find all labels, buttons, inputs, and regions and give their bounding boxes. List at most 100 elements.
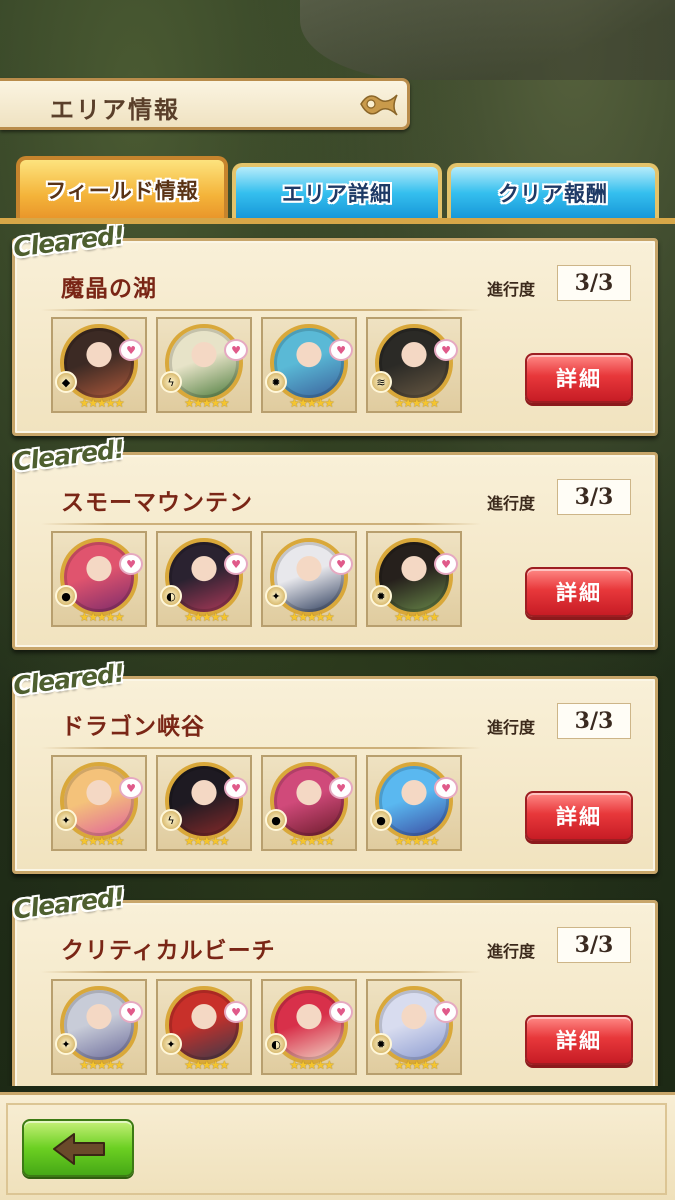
wind-icon: ≋ — [370, 371, 392, 393]
detail-button[interactable]: 詳細 — [525, 791, 633, 841]
heart-icon: ♥ — [224, 553, 248, 575]
hero-avatar[interactable]: ♥ ◐ ★★★★★ — [156, 531, 252, 627]
hero-avatar[interactable]: ♥ ◐ ★★★★★ — [261, 979, 357, 1075]
hero-avatar[interactable]: ♥ ϟ ★★★★★ — [156, 317, 252, 413]
fire-icon: ✹ — [265, 371, 287, 393]
lightning-icon: ϟ — [160, 371, 182, 393]
heart-icon: ♥ — [224, 1001, 248, 1023]
cleared-stamp: Cleared! — [11, 658, 126, 701]
water-icon: ● — [265, 809, 287, 831]
hero-avatar[interactable]: ♥ ✦ ★★★★★ — [51, 755, 147, 851]
divider — [41, 971, 481, 973]
hero-avatar[interactable]: ♥ ● ★★★★★ — [51, 531, 147, 627]
field-name: 魔晶の湖 — [61, 276, 157, 302]
rarity-stars: ★★★★★ — [79, 1058, 125, 1072]
rarity-stars: ★★★★★ — [289, 1058, 335, 1072]
hero-avatar[interactable]: ♥ ✦ ★★★★★ — [156, 979, 252, 1075]
progress-label: 進行度 — [487, 942, 536, 961]
heart-icon: ♥ — [434, 553, 458, 575]
rarity-stars: ★★★★★ — [289, 396, 335, 410]
hero-avatar[interactable]: ♥ ϟ ★★★★★ — [156, 755, 252, 851]
field-card: Cleared! スモーマウンテン 進行度 3/3 ♥ ● ★★★★★ ♥ ◐ … — [12, 434, 658, 650]
rarity-stars: ★★★★★ — [394, 1058, 440, 1072]
back-button[interactable] — [22, 1119, 134, 1177]
light-icon: ✦ — [160, 1033, 182, 1055]
title-banner: エリア情報 — [0, 78, 410, 130]
detail-button[interactable]: 詳細 — [525, 1015, 633, 1065]
dark-icon: ◐ — [265, 1033, 287, 1055]
heart-icon: ♥ — [119, 777, 143, 799]
progress-value: 3/3 — [557, 927, 631, 963]
progress-label: 進行度 — [487, 494, 536, 513]
water-icon: ● — [55, 585, 77, 607]
cleared-stamp: Cleared! — [11, 224, 126, 263]
detail-button[interactable]: 詳細 — [525, 353, 633, 403]
fire-icon: ✹ — [370, 1033, 392, 1055]
field-list[interactable]: Cleared! 魔晶の湖 進行度 3/3 ♥ ◆ ★★★★★ ♥ ϟ ★★★★… — [0, 224, 675, 1086]
rarity-stars: ★★★★★ — [394, 610, 440, 624]
tab-field-info[interactable]: フィールド情報 — [16, 156, 228, 219]
heart-icon: ♥ — [329, 553, 353, 575]
rarity-stars: ★★★★★ — [394, 834, 440, 848]
rarity-stars: ★★★★★ — [289, 834, 335, 848]
heart-icon: ♥ — [119, 1001, 143, 1023]
progress-value: 3/3 — [557, 703, 631, 739]
hero-avatar[interactable]: ♥ ✦ ★★★★★ — [261, 531, 357, 627]
rarity-stars: ★★★★★ — [79, 396, 125, 410]
rarity-stars: ★★★★★ — [184, 610, 230, 624]
rarity-stars: ★★★★★ — [184, 396, 230, 410]
lightning-icon: ϟ — [160, 809, 182, 831]
rarity-stars: ★★★★★ — [184, 834, 230, 848]
back-arrow-icon — [53, 1133, 105, 1165]
cleared-stamp: Cleared! — [11, 882, 126, 925]
field-card: Cleared! 魔晶の湖 進行度 3/3 ♥ ◆ ★★★★★ ♥ ϟ ★★★★… — [12, 224, 658, 436]
heart-icon: ♥ — [329, 339, 353, 361]
heart-icon: ♥ — [434, 777, 458, 799]
hero-avatar[interactable]: ♥ ✹ ★★★★★ — [261, 317, 357, 413]
rarity-stars: ★★★★★ — [79, 610, 125, 624]
field-name: クリティカルビーチ — [61, 938, 276, 964]
field-name: スモーマウンテン — [61, 490, 253, 516]
background-scenery — [300, 0, 675, 80]
rarity-stars: ★★★★★ — [394, 396, 440, 410]
cleared-stamp: Cleared! — [11, 434, 126, 477]
tab-clear-rewards[interactable]: クリア報酬 — [447, 163, 659, 219]
divider — [41, 747, 481, 749]
hero-avatar[interactable]: ♥ ≋ ★★★★★ — [366, 317, 462, 413]
field-name: ドラゴン峡谷 — [61, 714, 205, 740]
water-icon: ● — [370, 809, 392, 831]
hero-avatar[interactable]: ♥ ✹ ★★★★★ — [366, 531, 462, 627]
light-icon: ✦ — [55, 809, 77, 831]
tab-label: クリア報酬 — [498, 182, 608, 206]
progress-value: 3/3 — [557, 479, 631, 515]
hero-avatar[interactable]: ♥ ● ★★★★★ — [366, 755, 462, 851]
scroll-ornament-icon — [360, 94, 398, 116]
light-icon: ✦ — [55, 1033, 77, 1055]
hero-avatar[interactable]: ♥ ● ★★★★★ — [261, 755, 357, 851]
rarity-stars: ★★★★★ — [289, 610, 335, 624]
progress-label: 進行度 — [487, 280, 536, 299]
tab-label: フィールド情報 — [45, 178, 199, 203]
heart-icon: ♥ — [119, 339, 143, 361]
heart-icon: ♥ — [329, 1001, 353, 1023]
footer-bar — [0, 1092, 675, 1200]
divider — [41, 523, 481, 525]
heart-icon: ♥ — [329, 777, 353, 799]
earth-icon: ◆ — [55, 371, 77, 393]
hero-avatar[interactable]: ♥ ◆ ★★★★★ — [51, 317, 147, 413]
field-card: Cleared! クリティカルビーチ 進行度 3/3 ♥ ✦ ★★★★★ ♥ ✦… — [12, 882, 658, 1086]
hero-avatar[interactable]: ♥ ✹ ★★★★★ — [366, 979, 462, 1075]
tab-area-details[interactable]: エリア詳細 — [232, 163, 442, 219]
light-icon: ✦ — [265, 585, 287, 607]
heart-icon: ♥ — [224, 777, 248, 799]
hero-avatar[interactable]: ♥ ✦ ★★★★★ — [51, 979, 147, 1075]
heart-icon: ♥ — [434, 1001, 458, 1023]
heart-icon: ♥ — [224, 339, 248, 361]
detail-button[interactable]: 詳細 — [525, 567, 633, 617]
fire-icon: ✹ — [370, 585, 392, 607]
progress-value: 3/3 — [557, 265, 631, 301]
divider — [41, 309, 481, 311]
field-card: Cleared! ドラゴン峡谷 進行度 3/3 ♥ ✦ ★★★★★ ♥ ϟ ★★… — [12, 658, 658, 874]
tab-label: エリア詳細 — [282, 182, 392, 206]
heart-icon: ♥ — [119, 553, 143, 575]
